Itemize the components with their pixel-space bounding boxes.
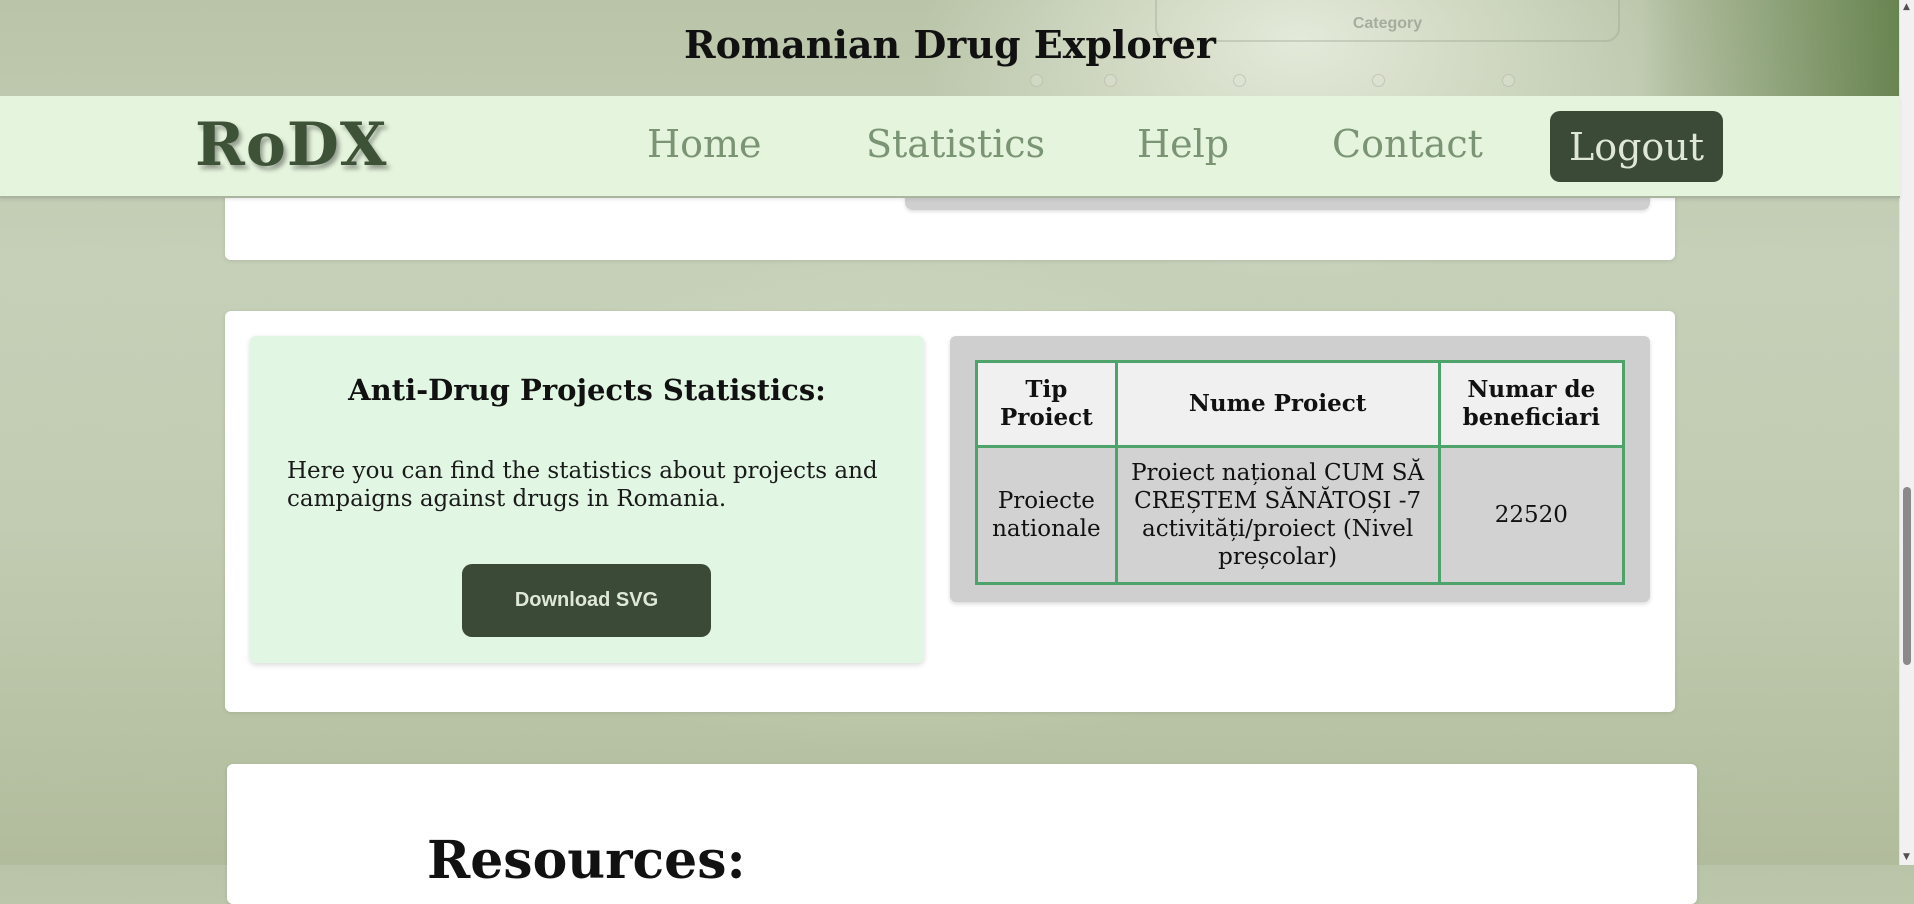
nav-help-link[interactable]: Help (1137, 122, 1229, 166)
cell-numar-beneficiari: 22520 (1437, 445, 1626, 585)
stats-heading: Anti-Drug Projects Statistics: (348, 373, 826, 407)
cell-tip-proiect: Proiecte nationale (975, 445, 1118, 585)
download-svg-button[interactable]: Download SVG (462, 564, 711, 637)
table-header-row: Tip Proiect Nume Proiect Numar de benefi… (975, 360, 1626, 448)
scrollbar-thumb[interactable] (1903, 487, 1911, 665)
nav-contact-link[interactable]: Contact (1332, 122, 1483, 166)
projects-table: Tip Proiect Nume Proiect Numar de benefi… (975, 360, 1626, 585)
scroll-down-arrow-icon[interactable]: ▼ (1903, 852, 1910, 862)
nav-statistics-link[interactable]: Statistics (866, 122, 1045, 166)
site-logo[interactable]: RoDX (195, 110, 387, 180)
column-header-numar-beneficiari: Numar de beneficiari (1437, 360, 1626, 448)
resources-heading: Resources: (427, 830, 746, 891)
stats-info-panel: Anti-Drug Projects Statistics: Here you … (250, 336, 924, 663)
column-header-nume-proiect: Nume Proiect (1114, 360, 1441, 448)
stats-table-panel: Tip Proiect Nume Proiect Numar de benefi… (950, 336, 1650, 602)
table-row: Proiecte nationale Proiect național CUM … (975, 445, 1626, 585)
nav-home-link[interactable]: Home (647, 122, 762, 166)
page-scrollbar[interactable]: ▲ ▼ (1899, 0, 1914, 865)
top-navbar: RoDX Home Statistics Help Contact Logout (0, 96, 1900, 198)
logout-button[interactable]: Logout (1550, 111, 1723, 182)
site-title: Romanian Drug Explorer (684, 21, 1216, 67)
cell-nume-proiect: Proiect național CUM SĂ CREȘTEM SĂNĂTOȘI… (1114, 445, 1441, 585)
column-header-tip-proiect: Tip Proiect (975, 360, 1118, 448)
stats-description: Here you can find the statistics about p… (287, 458, 878, 512)
scroll-up-arrow-icon[interactable]: ▲ (1903, 2, 1910, 12)
